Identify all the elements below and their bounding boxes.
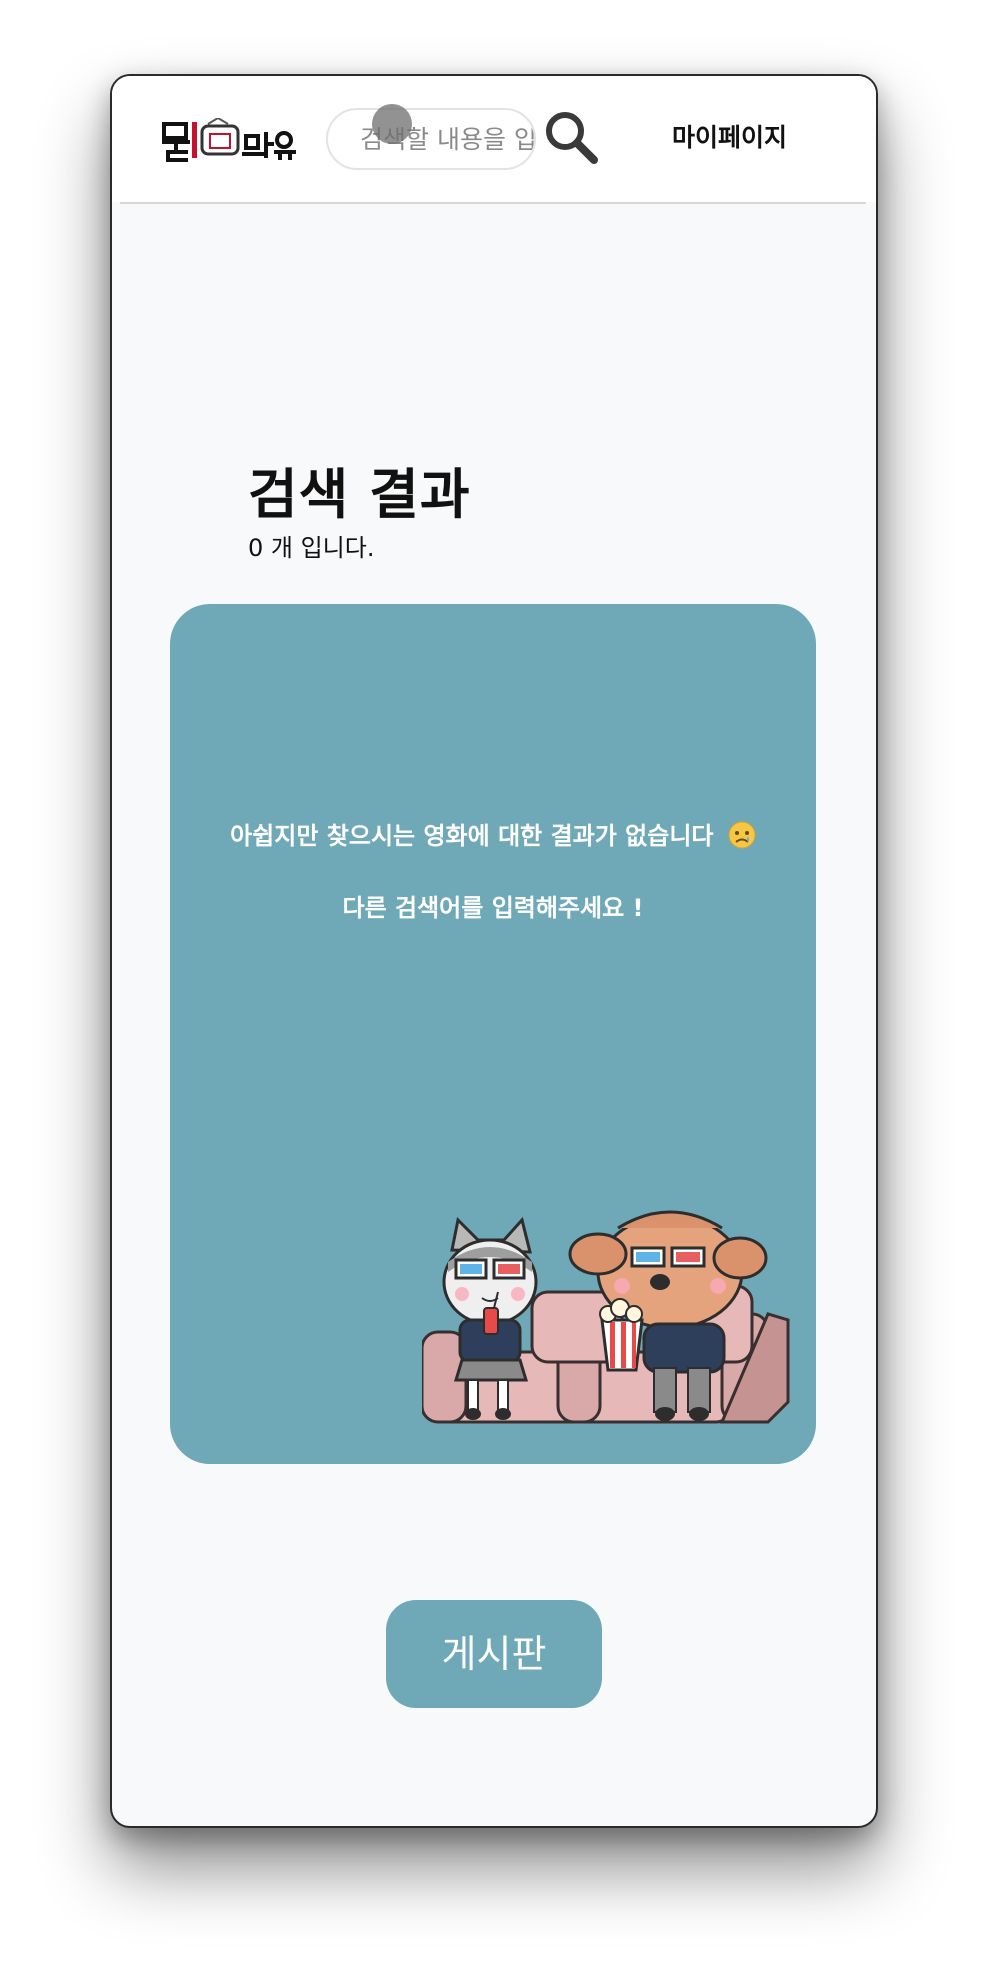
- search-icon: [546, 112, 598, 164]
- empty-result-card: 아쉽지만 찾으시는 영화에 대한 결과가 없습니다 다른 검색어를 입력해주세요…: [170, 604, 816, 1464]
- logo-graphic: [162, 118, 296, 162]
- header-divider: [120, 202, 866, 204]
- board-button[interactable]: 게시판: [386, 1600, 602, 1708]
- mypage-link[interactable]: 마이페이지: [672, 116, 832, 160]
- search-box[interactable]: [326, 108, 536, 170]
- empty-message-line2: 다른 검색어를 입력해주세요 !: [342, 894, 644, 922]
- cat-and-dog-watching-movie-illustration: [422, 1210, 790, 1424]
- sad-face-emoji: [728, 821, 756, 849]
- page-title: 검색 결과: [248, 463, 471, 526]
- site-logo[interactable]: [162, 118, 302, 162]
- empty-message-line1: 아쉽지만 찾으시는 영화에 대한 결과가 없습니다: [170, 816, 816, 851]
- mobile-device: 마이페이지 검색 결과 0 개 입니다. 아쉽지만 찾으시는 영화에 대한 결과…: [110, 74, 878, 1828]
- header-bar: 마이페이지: [112, 76, 876, 202]
- touch-indicator: [372, 104, 412, 144]
- empty-message-text: 아쉽지만 찾으시는 영화에 대한 결과가 없습니다: [230, 822, 714, 850]
- result-count: 0 개 입니다.: [248, 534, 375, 562]
- screen-frame: 마이페이지 검색 결과 0 개 입니다. 아쉽지만 찾으시는 영화에 대한 결과…: [0, 0, 988, 1974]
- search-button[interactable]: [542, 108, 602, 168]
